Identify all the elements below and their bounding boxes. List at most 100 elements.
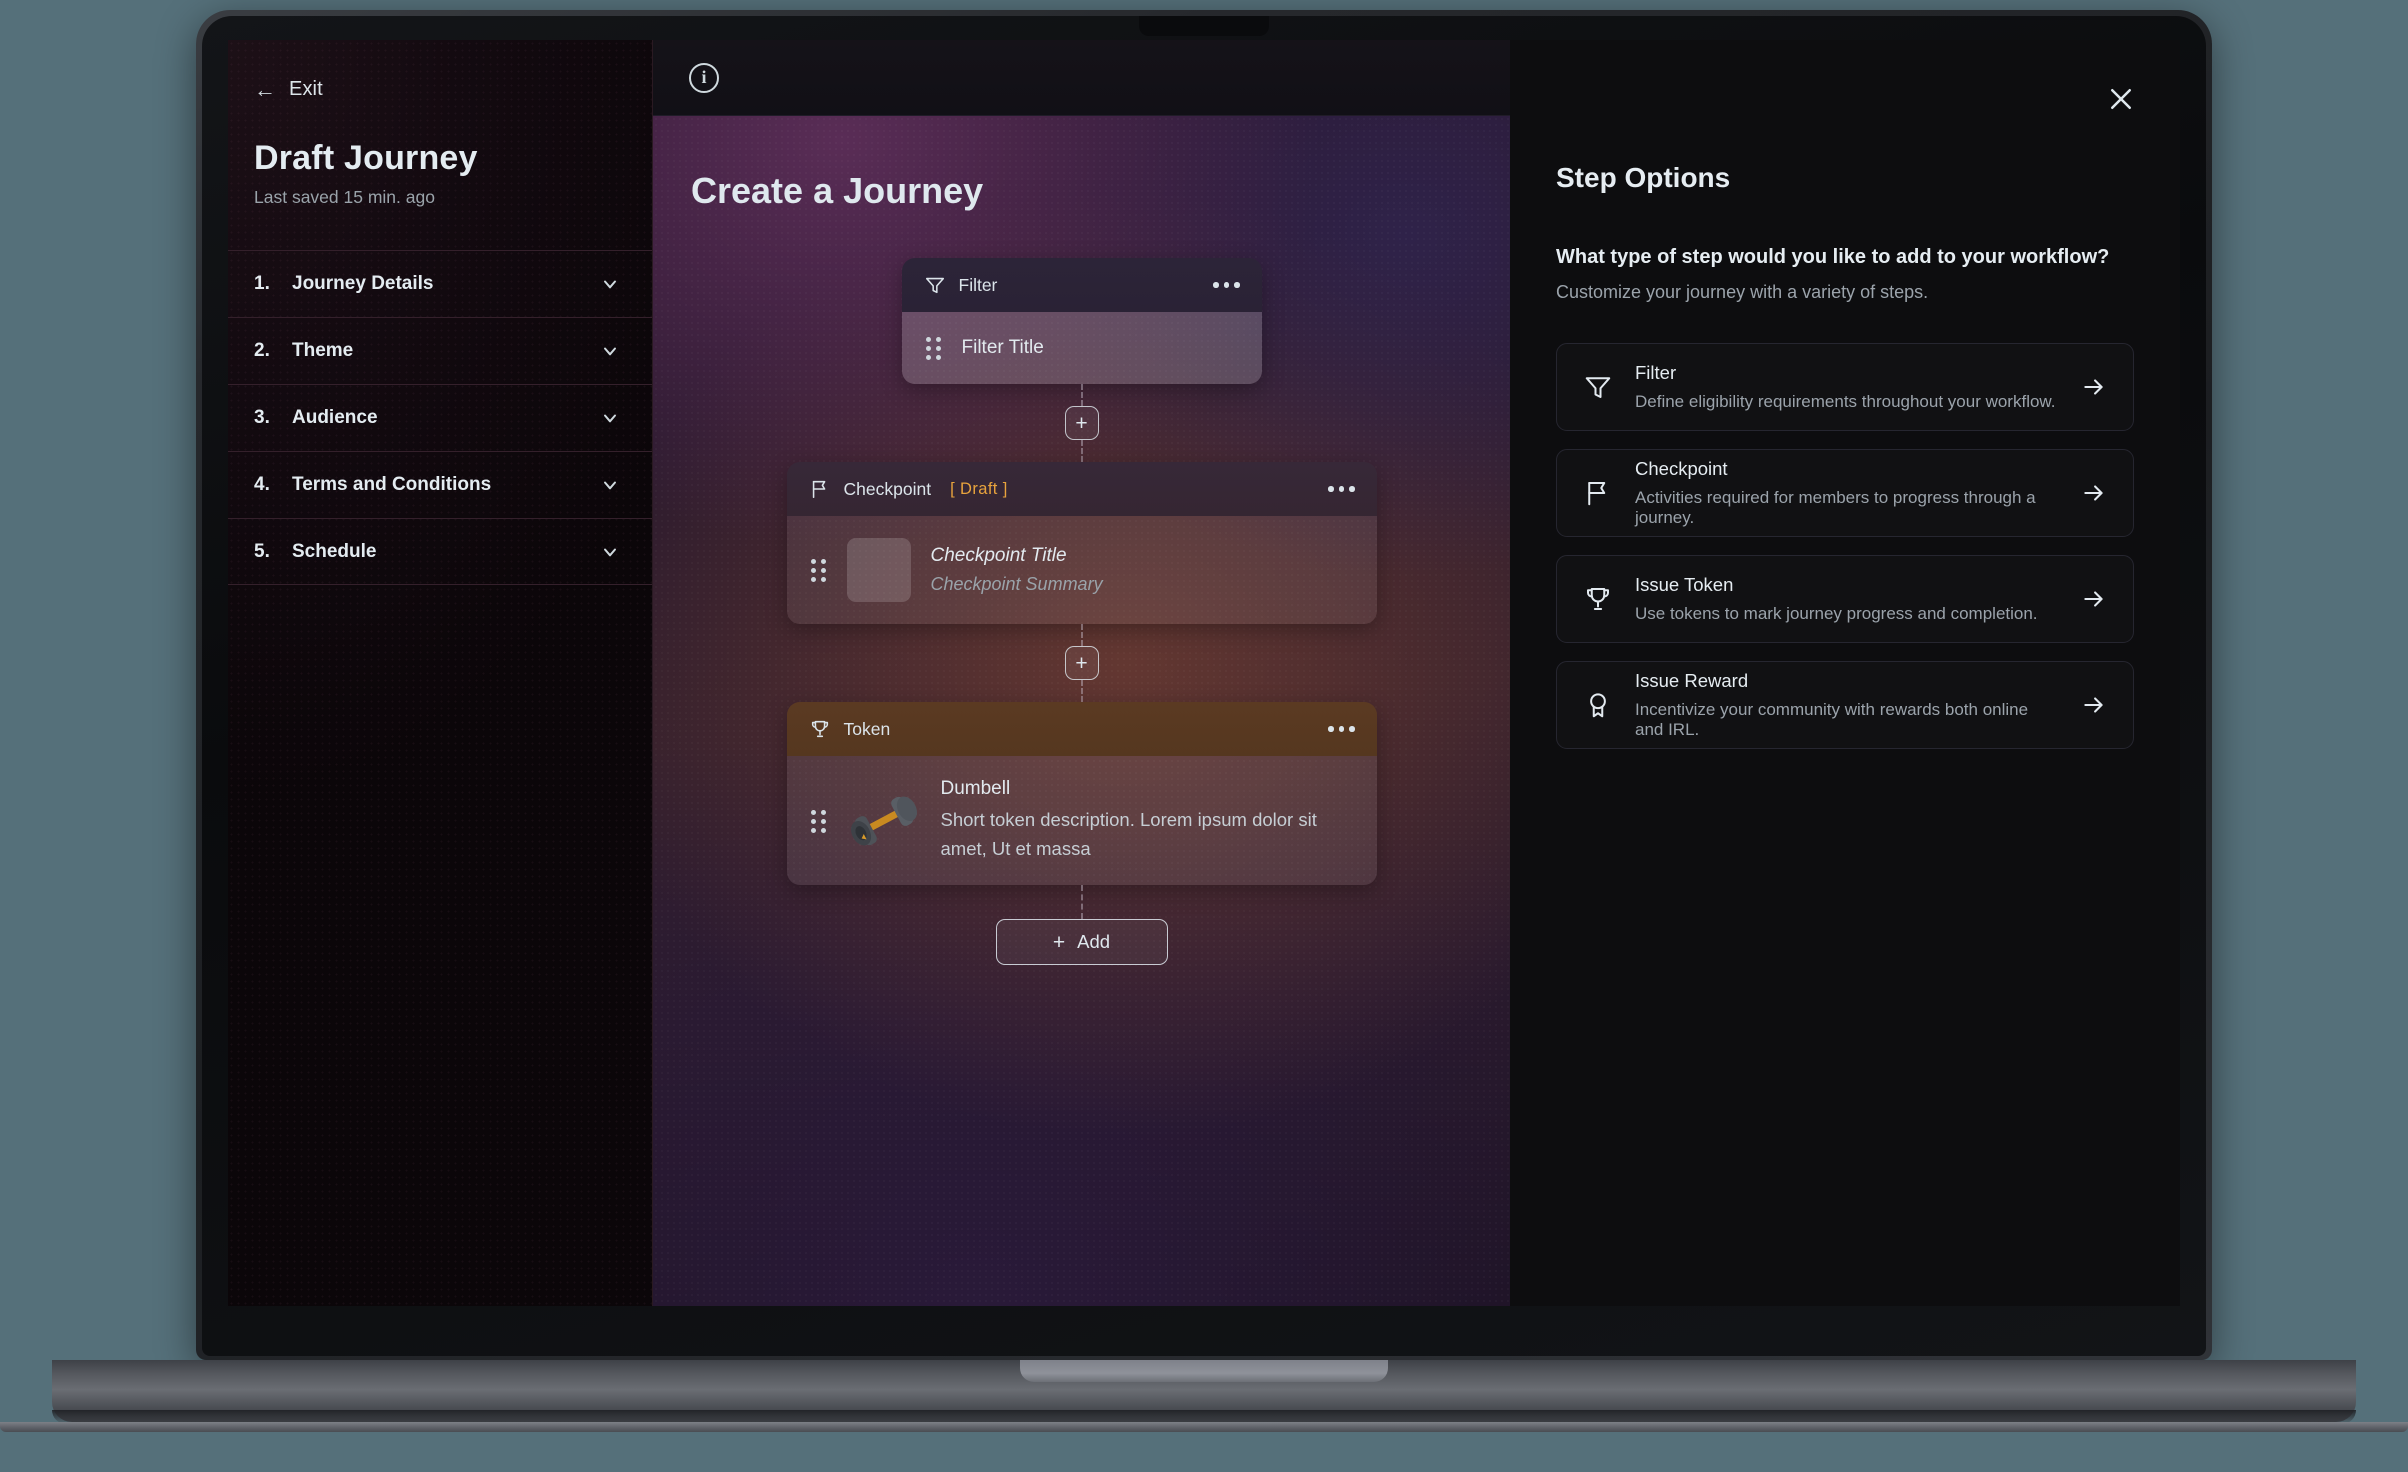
filter-icon	[1583, 372, 1613, 402]
flag-icon	[809, 478, 831, 500]
sidebar-item-number: 4.	[254, 474, 270, 495]
chevron-down-icon[interactable]	[600, 475, 620, 495]
step-option-name: Filter	[1635, 362, 1677, 383]
sidebar-steps-list: 1. Journey Details 2. Theme 3. Audience	[228, 250, 652, 585]
journey-canvas-pane: i Create a Journey Filter Filter Title +…	[653, 40, 1510, 1306]
checkpoint-item-title: Checkpoint Title	[930, 545, 1067, 566]
step-card-checkpoint-body[interactable]: Checkpoint Title Checkpoint Summary	[786, 516, 1377, 624]
step-option-description: Activities required for members to progr…	[1635, 488, 2036, 527]
step-card-filter[interactable]: Filter Filter Title	[901, 258, 1262, 384]
step-card-token[interactable]: Token Dumbell Short token description. L…	[786, 702, 1377, 886]
info-icon[interactable]: i	[689, 62, 719, 93]
page-title: Draft Journey	[254, 139, 478, 177]
last-saved-text: Last saved 15 min. ago	[254, 187, 435, 207]
step-option-name: Issue Token	[1635, 574, 1734, 595]
connector-line	[1080, 440, 1083, 462]
exit-label: Exit	[289, 78, 323, 100]
step-option-checkpoint[interactable]: Checkpoint Activities required for membe…	[1556, 449, 2134, 537]
dumbbell-icon	[847, 790, 921, 852]
step-option-name: Issue Reward	[1635, 670, 1749, 691]
sidebar-item-label: Theme	[292, 340, 354, 361]
back-arrow-icon: ←	[254, 76, 276, 102]
canvas-toolbar: i	[653, 40, 1510, 116]
token-item-description: Short token description. Lorem ipsum dol…	[940, 809, 1317, 859]
arrow-right-icon	[2081, 692, 2107, 718]
add-button-label: Add	[1077, 931, 1111, 953]
step-option-list: Filter Define eligibility requirements t…	[1556, 343, 2134, 749]
sidebar-item-label: Journey Details	[292, 273, 434, 294]
step-card-filter-title: Filter	[958, 274, 998, 295]
sidebar-item-theme[interactable]: 2. Theme	[228, 317, 652, 384]
drag-handle-icon[interactable]	[810, 559, 827, 582]
step-filter-more-options-button[interactable]	[1213, 282, 1240, 288]
step-option-issue-token[interactable]: Issue Token Use tokens to mark journey p…	[1556, 555, 2134, 643]
status-badge: [ Draft ]	[950, 479, 1008, 498]
checkpoint-item-summary: Checkpoint Summary	[930, 574, 1103, 594]
sidebar-item-journey-details[interactable]: 1. Journey Details	[228, 250, 652, 317]
step-checkpoint-more-options-button[interactable]	[1328, 486, 1355, 492]
sidebar-item-label: Terms and Conditions	[292, 474, 492, 495]
sidebar-item-audience[interactable]: 3. Audience	[228, 384, 652, 451]
step-card-token-header: Token	[786, 702, 1377, 756]
drag-handle-icon[interactable]	[810, 809, 827, 833]
connector-line	[1080, 885, 1083, 920]
chevron-down-icon[interactable]	[600, 341, 620, 361]
step-option-name: Checkpoint	[1635, 458, 1728, 479]
filter-icon	[924, 274, 946, 296]
app-screen: ← Exit Draft Journey Last saved 15 min. …	[228, 40, 2180, 1306]
close-icon[interactable]	[2106, 84, 2136, 114]
trophy-icon	[1583, 584, 1613, 614]
sidebar-item-number: 2.	[254, 340, 270, 361]
sidebar-item-number: 5.	[254, 540, 270, 562]
journey-flow: Filter Filter Title + Checkpoint [Draft…	[653, 258, 1510, 966]
filter-item-title: Filter Title	[961, 337, 1044, 358]
flow-connector: +	[1064, 624, 1099, 702]
trophy-icon	[809, 718, 831, 740]
step-option-filter[interactable]: Filter Define eligibility requirements t…	[1556, 343, 2134, 431]
sidebar-item-number: 1.	[254, 273, 270, 294]
laptop-mockup: ← Exit Draft Journey Last saved 15 min. …	[0, 0, 2408, 1472]
arrow-right-icon	[2081, 374, 2107, 400]
journey-canvas: Create a Journey Filter Filter Title + C…	[653, 116, 1510, 1306]
sidebar-item-schedule[interactable]: 5. Schedule	[228, 518, 652, 585]
step-options-panel: Step Options What type of step would you…	[1510, 40, 2180, 1306]
step-card-token-body[interactable]: Dumbell Short token description. Lorem i…	[786, 756, 1377, 886]
arrow-right-icon	[2081, 586, 2107, 612]
connector-line	[1080, 624, 1083, 646]
step-card-filter-body[interactable]: Filter Title	[901, 312, 1262, 384]
step-option-description: Define eligibility requirements througho…	[1635, 392, 2056, 411]
exit-button[interactable]: ← Exit	[228, 40, 652, 101]
add-step-button-bottom[interactable]: + Add	[995, 919, 1168, 966]
chevron-down-icon[interactable]	[600, 542, 620, 562]
step-card-checkpoint-header: Checkpoint [ Draft ]	[786, 462, 1377, 516]
connector-line	[1080, 384, 1083, 406]
flag-icon	[1583, 478, 1613, 508]
step-card-checkpoint[interactable]: Checkpoint [ Draft ] Checkpoint Title Ch…	[786, 462, 1377, 624]
step-token-more-options-button[interactable]	[1328, 726, 1355, 732]
journey-title-block: Draft Journey Last saved 15 min. ago	[228, 101, 652, 208]
chevron-down-icon[interactable]	[600, 274, 620, 294]
panel-title: Step Options	[1556, 162, 1731, 193]
sidebar-item-label: Schedule	[292, 540, 377, 562]
add-step-button[interactable]: +	[1064, 406, 1099, 440]
step-option-description: Use tokens to mark journey progress and …	[1635, 604, 2038, 623]
step-option-issue-reward[interactable]: Issue Reward Incentivize your community …	[1556, 661, 2134, 749]
panel-question: What type of step would you like to add …	[1556, 246, 2110, 268]
step-card-checkpoint-title: Checkpoint	[843, 478, 932, 499]
step-card-filter-header: Filter	[901, 258, 1262, 312]
laptop-base-notch	[1020, 1360, 1388, 1382]
flow-connector: +	[1064, 384, 1099, 462]
sidebar: ← Exit Draft Journey Last saved 15 min. …	[228, 40, 653, 1306]
add-step-button[interactable]: +	[1064, 646, 1099, 680]
panel-subtitle: Customize your journey with a variety of…	[1556, 282, 1929, 302]
chevron-down-icon[interactable]	[600, 408, 620, 428]
sidebar-item-terms-and-conditions[interactable]: 4. Terms and Conditions	[228, 451, 652, 518]
step-option-description: Incentivize your community with rewards …	[1635, 700, 2029, 739]
award-ribbon-icon	[1583, 690, 1613, 720]
step-card-token-title: Token	[843, 718, 891, 739]
connector-line	[1080, 680, 1083, 702]
sidebar-item-label: Audience	[292, 407, 378, 428]
drag-handle-icon[interactable]	[925, 337, 942, 360]
plus-icon: +	[1052, 930, 1066, 954]
flow-connector-bottom: + Add	[995, 885, 1168, 966]
